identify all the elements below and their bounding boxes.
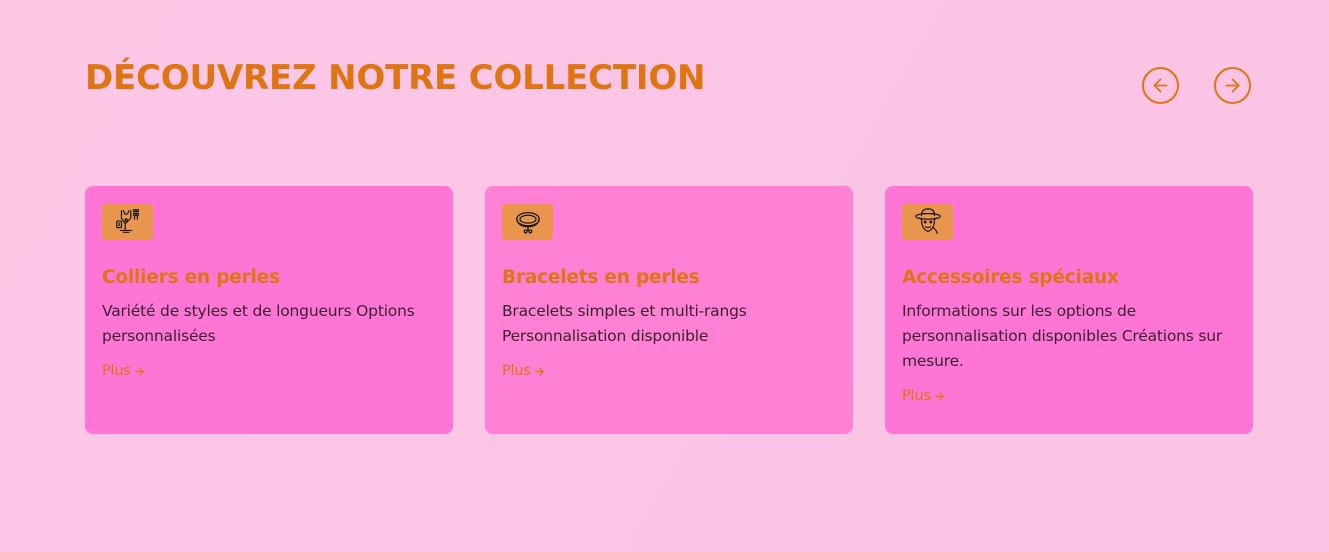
card-more-link[interactable]: Plus — [102, 363, 146, 379]
card-more-link[interactable]: Plus — [502, 363, 546, 379]
section-title: DÉCOUVREZ NOTRE COLLECTION — [85, 58, 706, 98]
card-description: Bracelets simples et multi-rangs Personn… — [502, 302, 747, 345]
hat-person-icon — [902, 204, 953, 240]
arrow-right-icon — [134, 366, 144, 376]
carousel-next-button[interactable] — [1214, 67, 1251, 104]
arrow-left-icon — [1153, 78, 1168, 93]
collection-card-necklaces: Colliers en perles Variété de styles et … — [85, 186, 453, 434]
card-more-label: Plus — [502, 363, 531, 379]
card-title: Bracelets en perles — [502, 267, 700, 288]
collection-card-bracelets: Bracelets en perles Bracelets simples et… — [485, 186, 853, 434]
card-title: Colliers en perles — [102, 267, 280, 288]
arrow-right-icon — [934, 391, 944, 401]
arrow-right-icon — [1225, 78, 1240, 93]
card-more-link[interactable]: Plus — [902, 388, 946, 404]
bracelet-icon — [502, 204, 553, 240]
arrow-right-icon — [534, 366, 544, 376]
card-description: Variété de styles et de longueurs Option… — [102, 302, 415, 345]
necklace-display-icon — [102, 204, 153, 240]
carousel-prev-button[interactable] — [1142, 67, 1179, 104]
card-more-label: Plus — [102, 363, 131, 379]
card-title: Accessoires spéciaux — [902, 267, 1119, 288]
card-more-label: Plus — [902, 388, 931, 404]
card-description: Informations sur les options de personna… — [902, 302, 1223, 370]
collection-card-accessories: Accessoires spéciaux Informations sur le… — [885, 186, 1253, 434]
